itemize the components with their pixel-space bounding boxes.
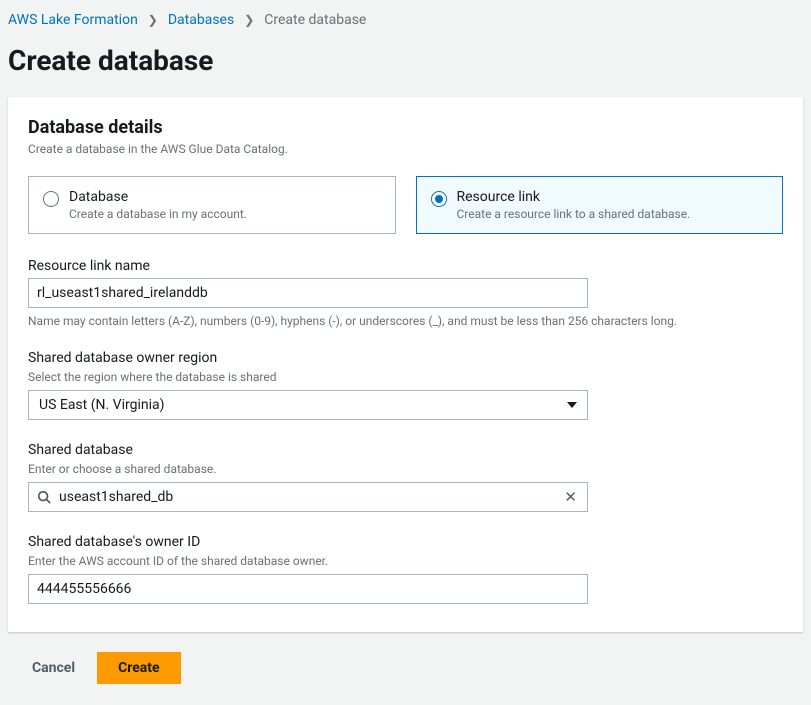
cancel-button[interactable]: Cancel <box>28 652 79 684</box>
breadcrumb-link-service[interactable]: AWS Lake Formation <box>8 12 138 28</box>
database-details-panel: Database details Create a database in th… <box>8 97 803 632</box>
owner-region-help: Select the region where the database is … <box>28 370 783 384</box>
form-actions: Cancel Create <box>0 648 811 700</box>
resource-link-name-group: Resource link name Name may contain lett… <box>28 258 783 328</box>
owner-region-group: Shared database owner region Select the … <box>28 350 783 420</box>
close-icon[interactable]: ✕ <box>562 490 579 505</box>
option-database-title: Database <box>69 189 381 205</box>
shared-database-input[interactable] <box>59 489 554 505</box>
option-database[interactable]: Database Create a database in my account… <box>28 176 396 234</box>
resource-link-name-hint: Name may contain letters (A-Z), numbers … <box>28 314 783 328</box>
option-resource-link-desc: Create a resource link to a shared datab… <box>457 207 769 221</box>
chevron-right-icon: ❯ <box>148 13 158 27</box>
option-database-desc: Create a database in my account. <box>69 207 381 221</box>
radio-icon <box>43 191 59 207</box>
panel-body: Database Create a database in my account… <box>8 172 803 632</box>
owner-id-label: Shared database's owner ID <box>28 534 783 550</box>
resource-link-name-label: Resource link name <box>28 258 783 274</box>
chevron-right-icon: ❯ <box>244 13 254 27</box>
panel-description: Create a database in the AWS Glue Data C… <box>28 142 783 156</box>
breadcrumb-link-databases[interactable]: Databases <box>168 12 234 28</box>
shared-database-group: Shared database Enter or choose a shared… <box>28 442 783 512</box>
owner-region-label: Shared database owner region <box>28 350 783 366</box>
shared-database-search[interactable]: ✕ <box>28 482 588 512</box>
shared-database-label: Shared database <box>28 442 783 458</box>
shared-database-help: Enter or choose a shared database. <box>28 462 783 476</box>
chevron-down-icon <box>567 402 577 408</box>
owner-region-value: US East (N. Virginia) <box>39 397 164 413</box>
resource-link-name-input[interactable] <box>28 278 588 308</box>
db-type-option-row: Database Create a database in my account… <box>28 176 783 234</box>
owner-id-group: Shared database's owner ID Enter the AWS… <box>28 534 783 604</box>
radio-icon <box>431 191 447 207</box>
owner-id-help: Enter the AWS account ID of the shared d… <box>28 554 783 568</box>
panel-title: Database details <box>28 117 783 138</box>
owner-region-select[interactable]: US East (N. Virginia) <box>28 390 588 420</box>
option-resource-link[interactable]: Resource link Create a resource link to … <box>416 176 784 234</box>
breadcrumb-current: Create database <box>264 12 366 28</box>
breadcrumb: AWS Lake Formation ❯ Databases ❯ Create … <box>0 0 811 36</box>
search-icon <box>37 490 51 504</box>
page-title: Create database <box>0 36 811 97</box>
owner-id-input[interactable] <box>28 574 588 604</box>
option-resource-link-title: Resource link <box>457 189 769 205</box>
panel-header: Database details Create a database in th… <box>8 97 803 172</box>
create-button[interactable]: Create <box>97 652 181 684</box>
